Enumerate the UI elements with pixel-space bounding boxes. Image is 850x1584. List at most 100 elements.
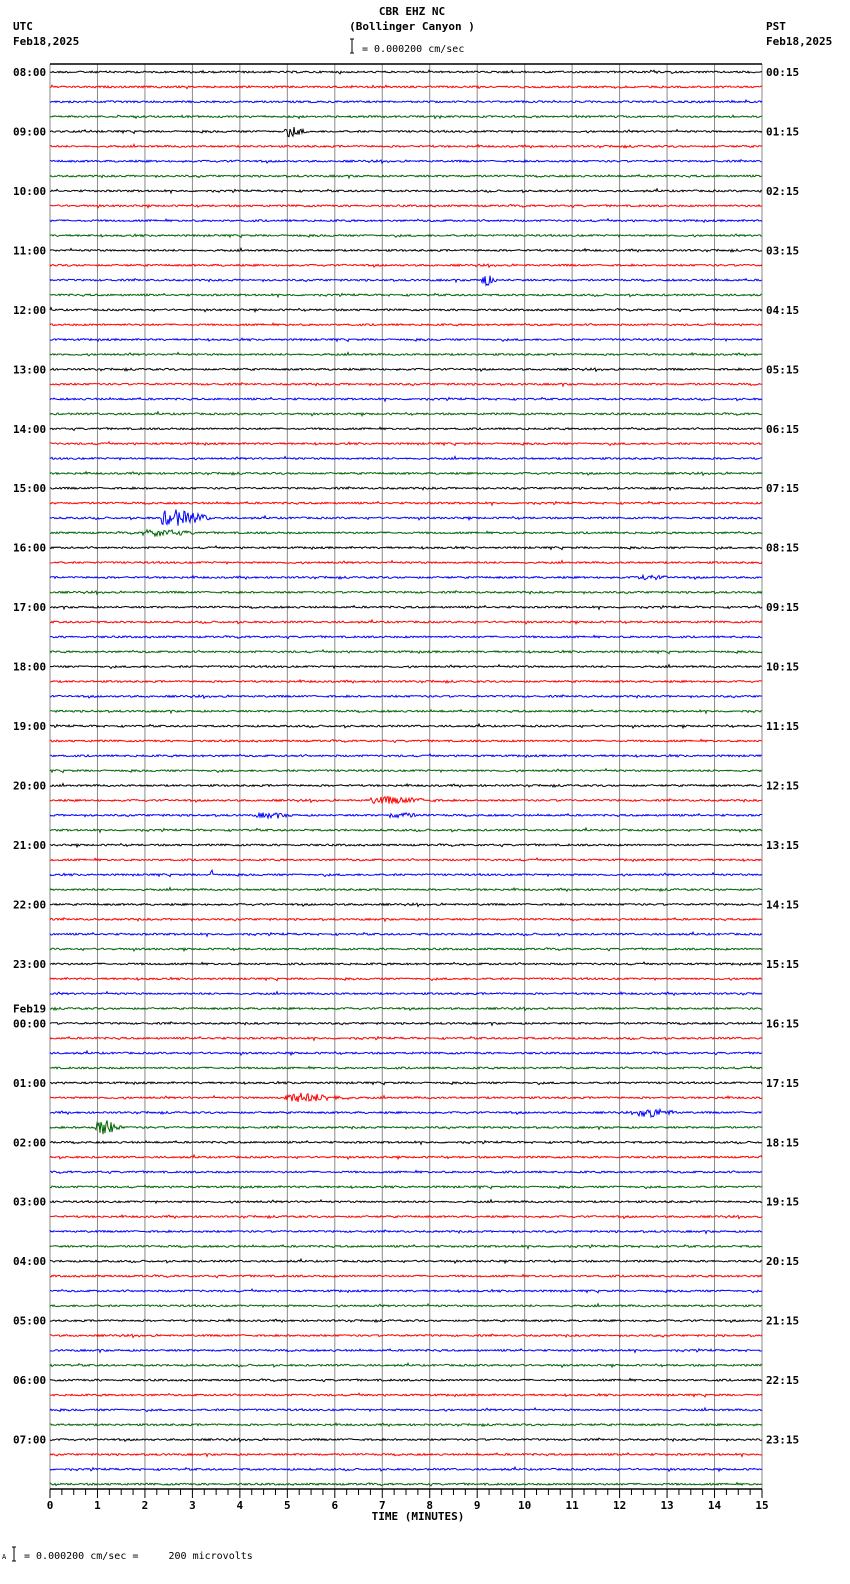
- seismic-trace: [50, 367, 763, 373]
- seismic-trace: [49, 886, 762, 893]
- seismic-trace: [49, 916, 763, 923]
- seismic-trace: [49, 1120, 762, 1135]
- seismic-trace: [50, 1169, 763, 1175]
- utc-hour-label: 10:00: [13, 185, 46, 198]
- seismic-trace: [49, 1049, 763, 1057]
- footer-mark: A: [2, 1553, 7, 1561]
- utc-hour-label: 09:00: [13, 125, 46, 138]
- seismic-trace: [49, 187, 763, 195]
- utc-hour-label: 11:00: [13, 244, 46, 257]
- seismic-trace: [49, 946, 763, 953]
- seismic-trace: [49, 1021, 763, 1027]
- seismic-trace: [49, 1092, 763, 1103]
- seismic-trace: [49, 410, 763, 418]
- pst-hour-label: 08:15: [766, 542, 799, 555]
- station-subtitle: (Bollinger Canyon ): [349, 20, 475, 33]
- pst-hour-label: 22:15: [766, 1374, 799, 1387]
- left-date: Feb18,2025: [13, 35, 79, 48]
- x-tick-label: 10: [518, 1499, 531, 1512]
- pst-hour-label: 21:15: [766, 1315, 799, 1328]
- seismic-trace: [50, 753, 763, 759]
- utc-hour-label: 06:00: [13, 1374, 46, 1387]
- seismic-trace: [49, 396, 763, 403]
- seismic-trace: [49, 173, 763, 180]
- seismic-trace: [49, 590, 763, 596]
- seismic-trace: [50, 559, 763, 565]
- seismic-trace: [49, 500, 763, 507]
- seismic-trace: [49, 826, 763, 834]
- seismic-trace: [49, 1392, 763, 1398]
- pst-hour-label: 06:15: [766, 423, 799, 436]
- seismic-trace: [49, 930, 763, 938]
- utc-hour-label: 17:00: [13, 601, 46, 614]
- utc-hour-label: 07:00: [13, 1434, 46, 1447]
- seismic-trace: [49, 1065, 763, 1070]
- x-tick-label: 3: [189, 1499, 196, 1512]
- seismic-trace: [49, 990, 763, 997]
- pst-hour-label: 15:15: [766, 958, 799, 971]
- seismic-trace: [49, 842, 763, 849]
- seismic-trace: [50, 528, 763, 538]
- x-tick-label: 0: [47, 1499, 54, 1512]
- pst-hour-label: 11:15: [766, 720, 799, 733]
- seismic-trace: [49, 203, 763, 209]
- seismic-trace: [49, 857, 763, 863]
- utc-hour-label: 05:00: [13, 1315, 46, 1328]
- seismic-trace: [49, 1465, 763, 1473]
- seismic-trace: [49, 1198, 763, 1205]
- pst-hour-label: 10:15: [766, 661, 799, 674]
- seismic-trace: [49, 1377, 763, 1383]
- footer-scale-bar-icon: [12, 1546, 16, 1562]
- scale-bar-icon: [350, 38, 354, 54]
- helicorder-plot: CBR EHZ NC (Bollinger Canyon ) = 0.00020…: [2, 5, 832, 1562]
- seismic-trace: [49, 1422, 763, 1428]
- utc-hour-label: 18:00: [13, 661, 46, 674]
- seismic-trace: [49, 381, 763, 388]
- seismic-trace: [49, 795, 763, 805]
- utc-hour-label: 22:00: [13, 898, 46, 911]
- seismic-trace: [49, 1229, 763, 1235]
- seismic-trace: [49, 648, 763, 655]
- seismic-trace: [49, 1302, 763, 1309]
- seismic-trace: [49, 782, 763, 788]
- pst-hour-label: 19:15: [766, 1196, 799, 1209]
- pst-hour-label: 09:15: [766, 601, 799, 614]
- seismic-trace: [49, 1257, 763, 1265]
- utc-hour-label: 21:00: [13, 839, 46, 852]
- seismic-trace: [49, 1243, 763, 1250]
- seismic-trace: [49, 604, 763, 611]
- seismic-trace: [49, 722, 763, 730]
- seismic-trace: [49, 1437, 763, 1443]
- seismic-trace: [49, 217, 763, 224]
- x-tick-label: 13: [660, 1499, 673, 1512]
- utc-hour-label: 15:00: [13, 482, 46, 495]
- x-tick-label: 5: [284, 1499, 291, 1512]
- seismic-trace: [49, 233, 763, 239]
- seismic-trace: [49, 1184, 763, 1190]
- seismic-trace: [49, 1288, 763, 1294]
- pst-hour-label: 14:15: [766, 898, 799, 911]
- footer-scale-text: = 0.000200 cm/sec = 200 microvolts: [24, 1551, 253, 1562]
- seismic-trace: [49, 321, 763, 327]
- seismic-trace: [49, 486, 763, 492]
- station-title: CBR EHZ NC: [379, 5, 445, 18]
- seismic-trace: [49, 455, 763, 461]
- seismic-trace: [49, 1452, 763, 1458]
- pst-hour-label: 02:15: [766, 185, 799, 198]
- seismic-trace: [49, 306, 763, 313]
- seismic-trace: [49, 678, 763, 684]
- utc-hour-label: 04:00: [13, 1255, 46, 1268]
- seismic-trace: [50, 158, 763, 165]
- utc-hour-label: 14:00: [13, 423, 46, 436]
- seismic-trace: [49, 143, 763, 149]
- pst-hour-label: 00:15: [766, 66, 799, 79]
- seismic-trace: [49, 767, 763, 774]
- seismic-trace: [49, 1080, 763, 1086]
- seismic-trace: [49, 694, 763, 700]
- seismic-trace: [49, 84, 763, 90]
- scale-text: = 0.000200 cm/sec: [362, 44, 464, 55]
- seismic-trace: [49, 1213, 763, 1220]
- seismic-trace: [49, 292, 763, 299]
- seismic-trace: [49, 1361, 763, 1369]
- x-tick-label: 9: [474, 1499, 481, 1512]
